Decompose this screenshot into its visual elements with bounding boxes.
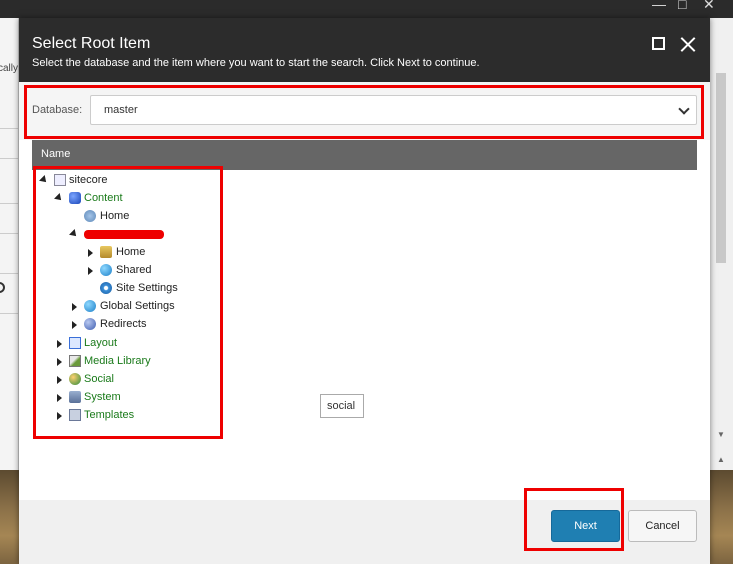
select-root-item-dialog: Select Root Item Select the database and… (19, 18, 710, 564)
tree-column-header[interactable]: Name (32, 140, 697, 170)
background-text-fragment: cally (0, 63, 19, 74)
tree-node-label: sitecore (69, 174, 108, 186)
scroll-up-icon: ▲ (717, 455, 725, 464)
background-radio-icon (0, 282, 5, 293)
settings-icon (100, 282, 112, 294)
scroll-down-icon: ▼ (717, 430, 725, 439)
next-button[interactable]: Next (551, 510, 620, 542)
layout-icon (69, 337, 81, 349)
collapsed-toggle-icon[interactable] (57, 358, 62, 366)
close-button[interactable] (678, 35, 698, 55)
social-icon (69, 373, 81, 385)
background-close-icon: ✕ (703, 0, 715, 12)
tree-node-label: Home (116, 246, 146, 258)
home-icon (84, 210, 96, 222)
dialog-header: Select Root Item Select the database and… (19, 18, 710, 82)
expanded-toggle-icon[interactable] (54, 193, 64, 203)
globe-icon (100, 264, 112, 276)
maximize-button[interactable] (650, 35, 670, 55)
background-titlebar: — □ ✕ (0, 0, 733, 18)
tooltip-text: social (327, 400, 356, 412)
tree-node-label: Content (84, 192, 123, 204)
tree-node-label: Social (84, 373, 114, 385)
tree-node-label: Media Library (84, 355, 151, 367)
tree-node-label: Shared (116, 264, 152, 276)
tree-node-label: Templates (84, 409, 135, 421)
globe-icon (84, 300, 96, 312)
database-select[interactable]: master (90, 95, 697, 125)
expanded-toggle-icon[interactable] (69, 229, 79, 239)
database-label: Database: (32, 104, 83, 116)
collapsed-toggle-icon[interactable] (88, 249, 93, 257)
background-minimize-icon: — (652, 0, 666, 12)
system-icon (69, 391, 81, 403)
collapsed-toggle-icon[interactable] (72, 321, 77, 329)
tree-node-label: Home (100, 210, 130, 222)
media-icon (69, 355, 81, 367)
cancel-button[interactable]: Cancel (628, 510, 697, 542)
background-scrollbar: ▼ ▲ (710, 18, 733, 470)
redacted-label (84, 230, 164, 239)
database-row: Database: master (19, 82, 710, 140)
dialog-title: Select Root Item (32, 35, 151, 52)
database-selected-value: master (104, 104, 138, 116)
hover-tooltip: social (320, 394, 364, 418)
collapsed-toggle-icon[interactable] (57, 376, 62, 384)
collapsed-toggle-icon[interactable] (88, 267, 93, 275)
tree-node-redacted-site[interactable] (69, 227, 190, 243)
document-icon (54, 174, 66, 186)
content-tree: sitecore Content Home Home Shared Site S… (32, 170, 697, 500)
expanded-toggle-icon[interactable] (39, 175, 49, 185)
tree-node-label: Global Settings (100, 300, 175, 312)
dialog-footer: Next Cancel (19, 500, 710, 564)
home-icon (100, 246, 112, 258)
tree-node-label: System (84, 391, 121, 403)
background-scrollbar-thumb (716, 73, 726, 263)
redirect-icon (84, 318, 96, 330)
tree-node-label: Redirects (100, 318, 147, 330)
dialog-subtitle: Select the database and the item where y… (32, 57, 480, 69)
maximize-icon (652, 37, 665, 50)
collapsed-toggle-icon[interactable] (57, 412, 62, 420)
templates-icon (69, 409, 81, 421)
background-maximize-icon: □ (678, 0, 687, 12)
tree-node-label: Site Settings (116, 282, 178, 294)
tree-node-label: Layout (84, 337, 118, 349)
background-left-panel: cally (0, 18, 19, 470)
collapsed-toggle-icon[interactable] (57, 394, 62, 402)
column-header-name: Name (41, 148, 71, 160)
collapsed-toggle-icon[interactable] (72, 303, 77, 311)
content-icon (69, 192, 81, 204)
collapsed-toggle-icon[interactable] (57, 340, 62, 348)
chevron-down-icon (678, 103, 690, 115)
